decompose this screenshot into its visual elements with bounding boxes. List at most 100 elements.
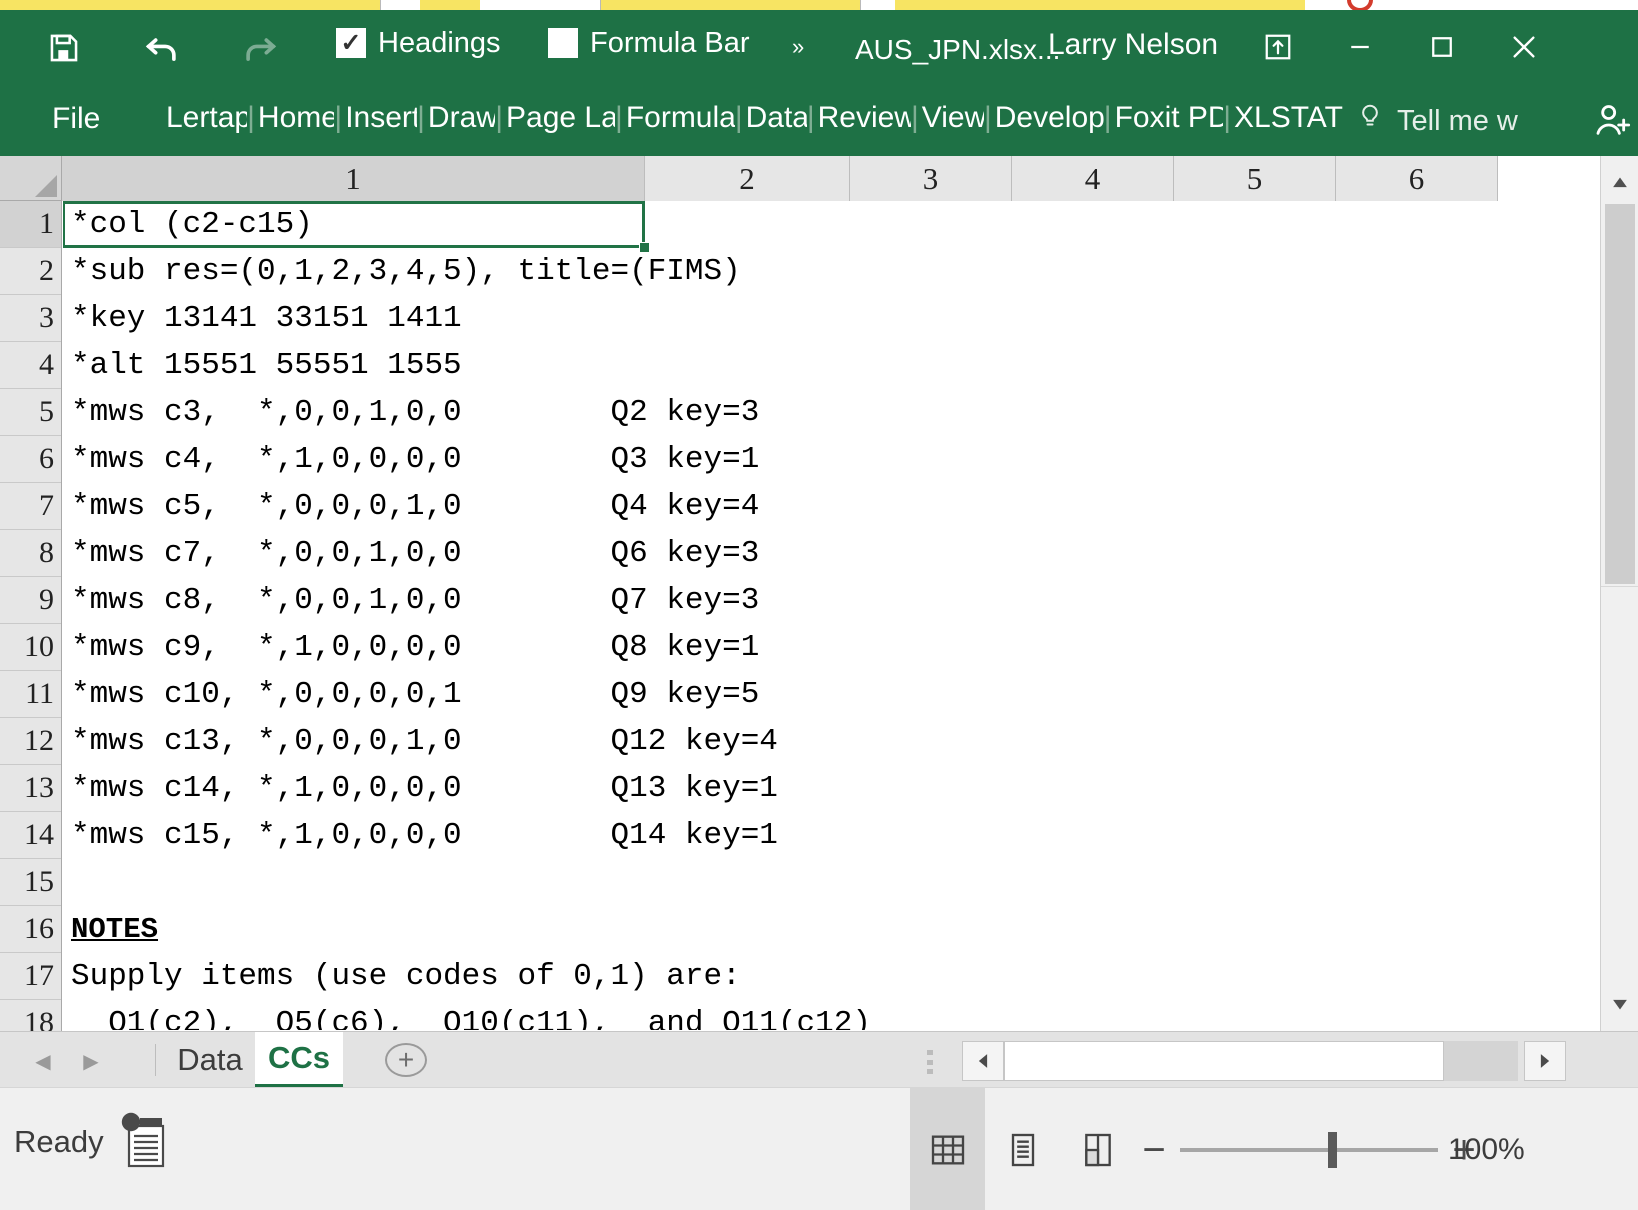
cell-r9c1[interactable]: *mws c8, *,0,0,1,0,0 Q7 key=3 <box>63 577 1518 624</box>
status-text: Ready <box>14 1124 104 1160</box>
ribbon-tab-home[interactable]: Home <box>255 101 335 135</box>
cell-r10c1[interactable]: *mws c9, *,1,0,0,0,0 Q8 key=1 <box>63 624 1518 671</box>
vertical-scroll-thumb[interactable] <box>1605 204 1635 584</box>
ribbon-tab-draw[interactable]: Draw <box>425 101 495 135</box>
row-header-15[interactable]: 15 <box>0 859 61 906</box>
horizontal-scrollbar[interactable] <box>962 1041 1518 1081</box>
column-header-3[interactable]: 3 <box>850 156 1012 201</box>
row-header-17[interactable]: 17 <box>0 953 61 1000</box>
row-header-14[interactable]: 14 <box>0 812 61 859</box>
headings-checkbox[interactable]: ✓ <box>336 28 366 58</box>
zoom-level-label[interactable]: 100% <box>1448 1133 1525 1167</box>
previous-sheet-button[interactable]: ◀ <box>22 1046 64 1076</box>
cell-r6c1[interactable]: *mws c4, *,1,0,0,0,0 Q3 key=1 <box>63 436 1518 483</box>
cell-r13c1[interactable]: *mws c14, *,1,0,0,0,0 Q13 key=1 <box>63 765 1518 812</box>
horizontal-scroll-thumb[interactable] <box>1004 1041 1444 1081</box>
save-icon[interactable] <box>42 26 86 70</box>
ribbon-tab-separator: | <box>334 101 342 135</box>
ribbon-tab-developi[interactable]: Developi <box>992 101 1104 135</box>
headings-toggle[interactable]: ✓ Headings <box>336 28 501 58</box>
cell-r3c1[interactable]: *key 13141 33151 1411 <box>63 295 1518 342</box>
cell-r8c1[interactable]: *mws c7, *,0,0,1,0,0 Q6 key=3 <box>63 530 1518 577</box>
ribbon-tab-formulas[interactable]: Formulas <box>623 101 735 135</box>
row-header-8[interactable]: 8 <box>0 530 61 577</box>
column-header-2[interactable]: 2 <box>645 156 850 201</box>
ribbon-tab-data[interactable]: Data <box>743 101 807 135</box>
row-header-3[interactable]: 3 <box>0 295 61 342</box>
status-bar: Ready <box>0 1087 1638 1210</box>
column-header-5[interactable]: 5 <box>1174 156 1336 201</box>
tab-split-handle[interactable] <box>927 1050 933 1074</box>
ribbon-display-options-icon[interactable] <box>1248 24 1308 70</box>
ribbon-tab-strip: File Lertap|Home|Insert|Draw|Page Lay|Fo… <box>0 84 1638 156</box>
add-sheet-button[interactable]: + <box>385 1043 427 1077</box>
formula-bar-checkbox[interactable] <box>548 28 578 58</box>
row-header-7[interactable]: 7 <box>0 483 61 530</box>
row-header-5[interactable]: 5 <box>0 389 61 436</box>
quick-access-overflow-icon[interactable]: » <box>792 34 799 60</box>
row-header-9[interactable]: 9 <box>0 577 61 624</box>
ribbon-tab-foxit-pd[interactable]: Foxit PD <box>1112 101 1224 135</box>
ribbon-tab-view[interactable]: View <box>919 101 984 135</box>
row-header-16[interactable]: 16 <box>0 906 61 953</box>
sheet-tab-bar: ◀ ▶ Data CCs + <box>0 1031 1638 1087</box>
ribbon-tab-insert[interactable]: Insert <box>342 101 417 135</box>
row-header-12[interactable]: 12 <box>0 718 61 765</box>
cell-r16c1[interactable]: NOTES <box>63 906 1518 953</box>
cell-r14c1[interactable]: *mws c15, *,1,0,0,0,0 Q14 key=1 <box>63 812 1518 859</box>
scroll-up-button[interactable] <box>1601 164 1638 202</box>
normal-view-button[interactable] <box>910 1088 985 1210</box>
maximize-icon[interactable] <box>1412 24 1472 70</box>
scroll-left-button[interactable] <box>962 1041 1004 1081</box>
scroll-down-button[interactable] <box>1601 985 1638 1023</box>
zoom-out-button[interactable]: − <box>1128 1130 1180 1170</box>
cell-area[interactable]: *col (c2-c15)*sub res=(0,1,2,3,4,5), tit… <box>63 201 1518 1030</box>
ribbon-tab-page-lay[interactable]: Page Lay <box>503 101 615 135</box>
macro-record-icon[interactable] <box>118 1110 170 1173</box>
cell-r18c1[interactable]: Q1(c2), Q5(c6), Q10(c11), and Q11(c12) <box>63 1000 1518 1030</box>
account-name[interactable]: Larry Nelson <box>1048 28 1218 62</box>
cell-r11c1[interactable]: *mws c10, *,0,0,0,0,1 Q9 key=5 <box>63 671 1518 718</box>
zoom-control[interactable]: − + <box>1128 1088 1490 1210</box>
page-layout-view-button[interactable] <box>985 1088 1060 1210</box>
cell-r12c1[interactable]: *mws c13, *,0,0,0,1,0 Q12 key=4 <box>63 718 1518 765</box>
tell-me-box[interactable]: Tell me w <box>1355 102 1518 140</box>
row-header-2[interactable]: 2 <box>0 248 61 295</box>
vertical-scrollbar[interactable] <box>1600 156 1638 1031</box>
ribbon-tab-lertap[interactable]: Lertap <box>163 101 247 135</box>
ribbon-tab-separator: | <box>247 101 255 135</box>
cell-r1c1[interactable]: *col (c2-c15) <box>63 201 1518 248</box>
zoom-slider-track[interactable] <box>1180 1148 1438 1152</box>
row-header-11[interactable]: 11 <box>0 671 61 718</box>
column-header-1[interactable]: 1 <box>62 156 645 201</box>
row-header-10[interactable]: 10 <box>0 624 61 671</box>
cell-r4c1[interactable]: *alt 15551 55551 1555 <box>63 342 1518 389</box>
tab-file[interactable]: File <box>52 102 100 136</box>
ribbon-tabs: Lertap|Home|Insert|Draw|Page Lay|Formula… <box>163 101 1343 143</box>
close-icon[interactable] <box>1494 24 1554 70</box>
cell-r15c1[interactable] <box>63 859 1518 906</box>
undo-icon[interactable] <box>140 26 184 70</box>
cell-r17c1[interactable]: Supply items (use codes of 0,1) are: <box>63 953 1518 1000</box>
ribbon-tab-review[interactable]: Review <box>815 101 911 135</box>
scroll-right-button[interactable] <box>1524 1041 1566 1081</box>
cell-r5c1[interactable]: *mws c3, *,0,0,1,0,0 Q2 key=3 <box>63 389 1518 436</box>
select-all-button[interactable] <box>0 156 62 201</box>
row-header-1[interactable]: 1 <box>0 201 61 248</box>
sheet-tab-ccs[interactable]: CCs <box>255 1032 343 1088</box>
sheet-tab-data[interactable]: Data <box>155 1032 265 1088</box>
cell-r7c1[interactable]: *mws c5, *,0,0,0,1,0 Q4 key=4 <box>63 483 1518 530</box>
row-header-4[interactable]: 4 <box>0 342 61 389</box>
row-header-6[interactable]: 6 <box>0 436 61 483</box>
minimize-icon[interactable] <box>1330 24 1390 70</box>
page-break-view-button[interactable] <box>1060 1088 1135 1210</box>
column-header-6[interactable]: 6 <box>1336 156 1498 201</box>
formula-bar-toggle[interactable]: Formula Bar <box>548 28 750 58</box>
column-header-4[interactable]: 4 <box>1012 156 1174 201</box>
share-person-icon[interactable] <box>1592 100 1632 145</box>
row-header-13[interactable]: 13 <box>0 765 61 812</box>
next-sheet-button[interactable]: ▶ <box>70 1046 112 1076</box>
zoom-slider-thumb[interactable] <box>1328 1132 1337 1168</box>
ribbon-tab-xlstat-3[interactable]: XLSTAT 3 <box>1231 101 1343 135</box>
cell-r2c1[interactable]: *sub res=(0,1,2,3,4,5), title=(FIMS) <box>63 248 1518 295</box>
